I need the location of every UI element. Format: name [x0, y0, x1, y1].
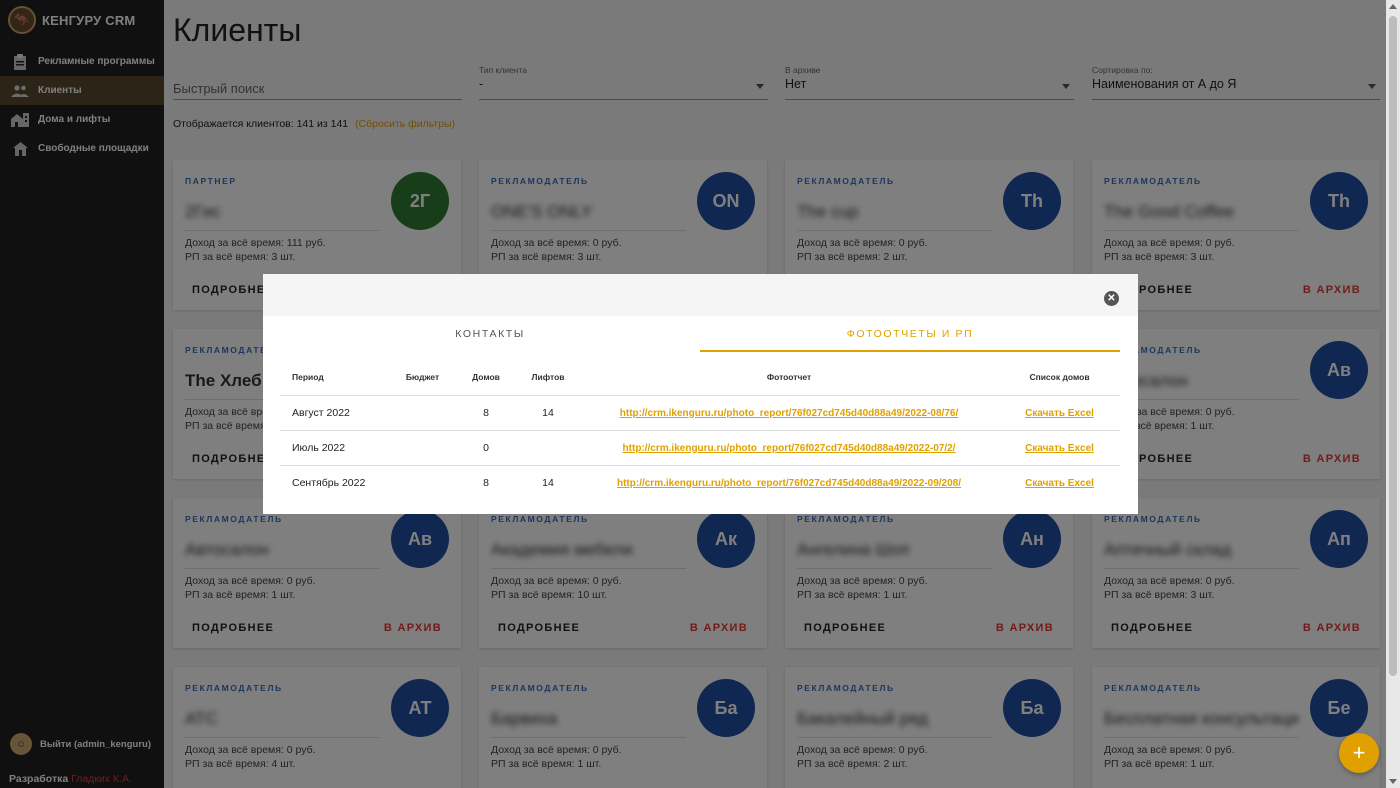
photo-report-link[interactable]: http://crm.ikenguru.ru/photo_report/76f0…	[620, 408, 958, 419]
budget-cell	[390, 395, 455, 431]
photo-report-link[interactable]: http://crm.ikenguru.ru/photo_report/76f0…	[623, 443, 956, 454]
column-header: Домов	[455, 359, 517, 396]
houses-cell: 8	[483, 476, 489, 489]
lifts-cell: 14	[542, 476, 554, 489]
tab-photo-reports[interactable]: ФОТООТЧЕТЫ И РП	[700, 316, 1120, 352]
photo-report-link[interactable]: http://crm.ikenguru.ru/photo_report/76f0…	[617, 478, 961, 489]
column-header: Период	[280, 359, 390, 396]
page-scrollbar[interactable]	[1386, 0, 1400, 788]
column-header: Список домов	[999, 359, 1120, 396]
scroll-down-icon[interactable]	[1389, 779, 1397, 784]
lifts-cell	[517, 430, 579, 466]
add-client-button[interactable]: +	[1339, 733, 1379, 773]
period-cell: Август 2022	[280, 395, 390, 431]
client-details-modal: ✕ КОНТАКТЫ ФОТООТЧЕТЫ И РП Период Бюджет…	[263, 274, 1138, 514]
modal-tabs: КОНТАКТЫ ФОТООТЧЕТЫ И РП	[280, 316, 1120, 352]
download-excel-link[interactable]: Скачать Excel	[1025, 478, 1094, 489]
column-header: Лифтов	[517, 359, 579, 396]
table-row: Июль 2022 0 http://crm.ikenguru.ru/photo…	[280, 430, 1120, 466]
scroll-up-icon[interactable]	[1389, 4, 1397, 9]
close-icon[interactable]: ✕	[1104, 291, 1119, 306]
budget-cell	[390, 465, 455, 500]
table-header-row: Период Бюджет Домов Лифтов Фотоотчет Спи…	[280, 359, 1120, 396]
period-cell: Июль 2022	[280, 430, 390, 466]
tab-contacts[interactable]: КОНТАКТЫ	[280, 316, 700, 352]
lifts-cell: 14	[517, 395, 579, 431]
period-cell: Сентябрь 2022	[292, 476, 366, 489]
houses-cell: 0	[455, 430, 517, 466]
photo-reports-table: Период Бюджет Домов Лифтов Фотоотчет Спи…	[280, 359, 1120, 500]
scrollbar-thumb[interactable]	[1389, 16, 1397, 676]
download-excel-link[interactable]: Скачать Excel	[1025, 408, 1094, 419]
table-row: Сентябрь 2022 8 14 http://crm.ikenguru.r…	[280, 465, 1120, 500]
modal-header: ✕	[263, 274, 1138, 316]
column-header: Бюджет	[390, 359, 455, 396]
column-header: Фотоотчет	[579, 359, 999, 396]
budget-cell	[390, 430, 455, 466]
download-excel-link[interactable]: Скачать Excel	[1025, 443, 1094, 454]
houses-cell: 8	[455, 395, 517, 431]
table-row: Август 2022 8 14 http://crm.ikenguru.ru/…	[280, 395, 1120, 431]
